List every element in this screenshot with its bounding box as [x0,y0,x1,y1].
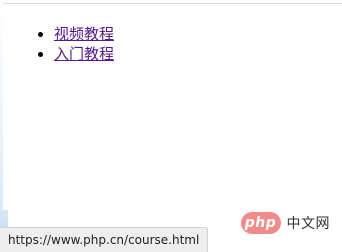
link-video-tutorial[interactable]: 视频教程 [54,25,114,43]
status-bar-url: https://www.php.cn/course.html [8,233,200,247]
php-cn-watermark: php 中文网 [240,212,331,234]
top-divider [0,3,342,4]
php-logo-text: php [244,215,277,231]
list-item: 视频教程 [54,24,114,44]
browser-viewport: 视频教程 入门教程 php 中文网 https://www.php.cn/cou… [0,0,342,252]
link-beginner-tutorial[interactable]: 入门教程 [54,45,114,63]
status-bar: https://www.php.cn/course.html [0,227,209,252]
php-logo: php [240,212,281,234]
links-list: 视频教程 入门教程 [36,24,114,64]
site-name: 中文网 [286,216,330,232]
list-item: 入门教程 [54,44,114,64]
